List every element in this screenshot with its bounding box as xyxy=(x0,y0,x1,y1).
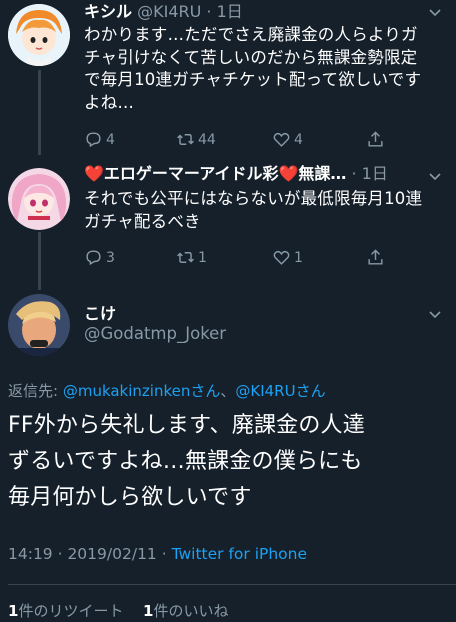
reply-tweet[interactable]: ❤️エロゲーマーアイドル彩❤️無課… · 1日 それでも公平にはならないが最低限… xyxy=(0,160,456,290)
tweet-header: キシル @KI4RU · 1日 xyxy=(84,2,243,21)
tweet-text: FF外から失礼します、廃課金の人達 ずるいですよね…無課金の僕らにも 毎月何かし… xyxy=(8,413,365,510)
share-button[interactable] xyxy=(366,130,388,149)
like-count: 4 xyxy=(294,131,303,148)
source-link[interactable]: Twitter for iPhone xyxy=(172,545,307,563)
like-count: 1 xyxy=(294,249,303,266)
display-name[interactable]: こけ xyxy=(84,300,116,324)
tweet-stats: 1件のリツイート 1件のいいね xyxy=(8,600,228,621)
retweet-icon xyxy=(177,252,194,263)
divider xyxy=(8,584,456,585)
retweet-stat[interactable]: 1件のリツイート xyxy=(8,602,123,620)
reply-button[interactable]: 4 xyxy=(84,130,115,149)
reply-button[interactable]: 3 xyxy=(84,248,115,267)
reply-to: 返信先: @mukakinzinkenさん、@KI4RUさん xyxy=(8,382,326,400)
user-handle[interactable]: @Godatmp_Joker xyxy=(84,324,226,343)
heart-icon xyxy=(273,132,290,147)
chevron-down-icon[interactable] xyxy=(428,6,442,20)
avatar[interactable] xyxy=(8,294,70,356)
avatar[interactable] xyxy=(8,168,70,230)
retweet-count: 1 xyxy=(198,249,207,266)
retweet-button[interactable]: 1 xyxy=(176,248,207,267)
reply-icon xyxy=(86,132,101,148)
user-handle[interactable]: @KI4RU xyxy=(137,2,201,21)
retweet-count: 44 xyxy=(198,131,216,148)
retweet-button[interactable]: 44 xyxy=(176,130,216,149)
timestamp: 14:19 · 2019/02/11 · xyxy=(8,545,172,563)
reply-tweet[interactable]: キシル @KI4RU · 1日 わかります…ただでさえ廃課金の人らよりガ チャ引… xyxy=(0,0,456,155)
tweet-metadata: 14:19 · 2019/02/11 · Twitter for iPhone xyxy=(8,545,307,563)
tweet-time[interactable]: 1日 xyxy=(362,164,388,183)
like-button[interactable]: 1 xyxy=(272,248,303,267)
reply-icon xyxy=(86,250,101,266)
tweet-actions: 3 1 1 xyxy=(84,248,404,268)
retweet-icon xyxy=(177,134,194,145)
like-stat[interactable]: 1件のいいね xyxy=(143,602,228,620)
display-name[interactable]: キシル xyxy=(84,2,132,21)
tweet-text: わかります…ただでさえ廃課金の人らよりガ チャ引けなくて苦しいのだから無課金勢限… xyxy=(84,25,422,112)
share-icon xyxy=(368,249,383,265)
tweet-text: それでも公平にはならないが最低限毎月10連 ガチャ配るべき xyxy=(84,189,423,231)
mention-link[interactable]: @KI4RUさん xyxy=(235,382,325,400)
tweet-time[interactable]: 1日 xyxy=(217,2,243,21)
avatar[interactable] xyxy=(8,4,70,66)
reply-count: 3 xyxy=(106,249,115,266)
share-button[interactable] xyxy=(366,248,388,267)
mention-link[interactable]: @mukakinzinkenさん xyxy=(63,382,221,400)
display-name[interactable]: ❤️エロゲーマーアイドル彩❤️無課… xyxy=(84,164,346,183)
chevron-down-icon[interactable] xyxy=(428,170,442,184)
tweet-header: ❤️エロゲーマーアイドル彩❤️無課… · 1日 xyxy=(84,164,388,183)
reply-count: 4 xyxy=(106,131,115,148)
chevron-down-icon[interactable] xyxy=(428,308,442,322)
heart-icon xyxy=(273,250,290,265)
like-button[interactable]: 4 xyxy=(272,130,303,149)
tweet-actions: 4 44 4 xyxy=(84,130,404,150)
share-icon xyxy=(368,131,383,147)
